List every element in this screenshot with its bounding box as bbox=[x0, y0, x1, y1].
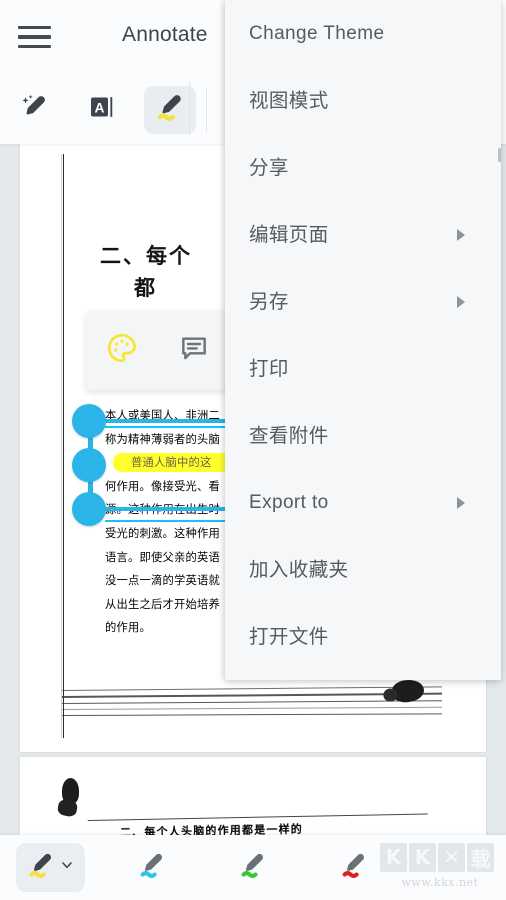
menu-item-label: 加入收藏夹 bbox=[249, 557, 349, 581]
menu-item-edit-page[interactable]: 编辑页面 bbox=[225, 201, 501, 268]
menu-item-label: 分享 bbox=[249, 155, 289, 179]
text-highlight-tool-button[interactable]: A bbox=[68, 86, 136, 134]
menu-item-label: Export to bbox=[249, 492, 329, 513]
toolbar-divider bbox=[206, 86, 207, 133]
document-heading-line1: 二、每个 bbox=[100, 243, 192, 268]
selection-handle-start[interactable] bbox=[72, 404, 106, 438]
menu-item-change-theme[interactable]: Change Theme bbox=[225, 0, 501, 67]
highlighter-green-icon bbox=[238, 850, 268, 885]
menu-item-label: 打印 bbox=[249, 356, 289, 380]
watermark-letter-k2: K bbox=[409, 842, 436, 872]
page-title: Annotate bbox=[122, 23, 208, 46]
highlighter-yellow-icon bbox=[26, 850, 56, 885]
menu-item-label: 查看附件 bbox=[249, 423, 329, 447]
page2-scan-ink-blob bbox=[62, 778, 79, 804]
toolbar-vertical-divider bbox=[189, 82, 191, 136]
highlighter-pen-icon bbox=[154, 91, 186, 128]
highlighter-red-icon bbox=[339, 850, 369, 885]
menu-item-open-file[interactable]: 打开文件 bbox=[225, 603, 501, 670]
menu-item-label: 打开文件 bbox=[249, 624, 329, 648]
magic-pen-icon bbox=[19, 92, 49, 127]
pen-cyan-button[interactable] bbox=[101, 835, 202, 900]
chevron-right-icon bbox=[457, 295, 465, 308]
menu-item-save-as[interactable]: 另存 bbox=[225, 268, 501, 335]
hamburger-menu-icon[interactable] bbox=[16, 20, 53, 54]
color-palette-icon bbox=[105, 331, 139, 370]
comment-note-icon bbox=[178, 332, 210, 369]
menu-item-add-to-favorites[interactable]: 加入收藏夹 bbox=[225, 536, 501, 603]
bottom-pen-toolbar: K K ✕ 载 www.kkx.net bbox=[0, 835, 506, 900]
menu-item-view-mode[interactable]: 视图模式 bbox=[225, 67, 501, 134]
doc-line-text: 普通人脑中的这 bbox=[131, 456, 212, 470]
magic-pen-tool-button[interactable] bbox=[0, 86, 68, 134]
options-dropdown-menu[interactable]: Change Theme 视图模式 分享 编辑页面 另存 打印 查看附件 Exp… bbox=[225, 0, 501, 680]
pen-yellow-button[interactable] bbox=[0, 835, 101, 900]
chevron-down-icon[interactable] bbox=[59, 857, 75, 878]
pen-green-button[interactable] bbox=[202, 835, 303, 900]
menu-item-share[interactable]: 分享 bbox=[225, 134, 501, 201]
svg-text:A: A bbox=[95, 101, 105, 116]
menu-item-label: 另存 bbox=[249, 289, 289, 313]
chevron-right-icon bbox=[457, 228, 465, 241]
menu-item-export-to[interactable]: Export to bbox=[225, 469, 501, 536]
menu-item-print[interactable]: 打印 bbox=[225, 335, 501, 402]
color-palette-button[interactable] bbox=[86, 331, 158, 370]
watermark-letter-x: ✕ bbox=[438, 842, 465, 872]
pen-red-button[interactable] bbox=[303, 835, 404, 900]
menu-item-label: 编辑页面 bbox=[249, 222, 329, 246]
menu-item-view-attachments[interactable]: 查看附件 bbox=[225, 402, 501, 469]
menu-item-label: 视图模式 bbox=[249, 88, 329, 112]
selection-handle-middle[interactable] bbox=[72, 448, 106, 482]
selection-handle-end[interactable] bbox=[72, 492, 106, 526]
highlighter-cyan-icon bbox=[137, 850, 167, 885]
menu-item-label: Change Theme bbox=[249, 23, 385, 44]
text-highlight-icon: A bbox=[87, 92, 117, 127]
comment-note-button[interactable] bbox=[158, 332, 230, 369]
watermark-letter-cn: 载 bbox=[467, 842, 494, 872]
chevron-right-icon bbox=[457, 496, 465, 509]
menu-scrollbar[interactable] bbox=[498, 148, 501, 162]
